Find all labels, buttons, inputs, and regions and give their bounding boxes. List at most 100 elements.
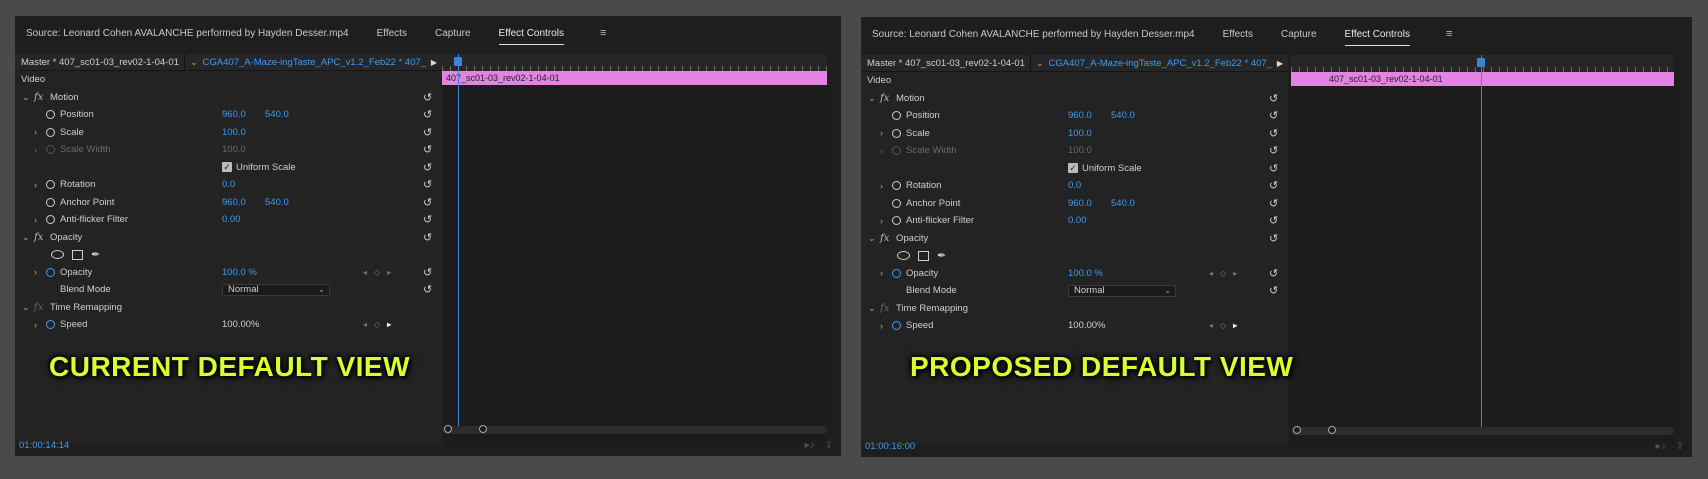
- reset-icon[interactable]: ↺: [1269, 92, 1278, 105]
- position-y-value[interactable]: 540.0: [1111, 110, 1135, 121]
- collapse-chevron-icon[interactable]: ⌄: [22, 232, 30, 243]
- blend-mode-select[interactable]: Normal ⌄: [1068, 284, 1176, 297]
- expand-chevron-icon[interactable]: ›: [880, 268, 883, 278]
- expand-chevron-icon[interactable]: ›: [880, 216, 883, 226]
- keyframe-nav[interactable]: ◂◇▸: [363, 268, 398, 277]
- timecode[interactable]: 01:00:16:00: [865, 441, 915, 452]
- tab-capture[interactable]: Capture: [435, 28, 471, 39]
- reset-icon[interactable]: ↺: [423, 178, 432, 191]
- tab-source[interactable]: Source: Leonard Cohen AVALANCHE performe…: [26, 28, 349, 39]
- antiflicker-value[interactable]: 0.00: [222, 214, 241, 225]
- reset-icon[interactable]: ↺: [1269, 109, 1278, 122]
- scale-value[interactable]: 100.0: [222, 127, 246, 138]
- expand-chevron-icon[interactable]: ›: [34, 180, 37, 190]
- anchor-y-value[interactable]: 540.0: [1111, 198, 1135, 209]
- collapse-chevron-icon[interactable]: ⌄: [22, 92, 30, 103]
- sequence-clip-label[interactable]: CGA407_A-Maze-ingTaste_APC_v1.2_Feb22 * …: [1049, 58, 1272, 69]
- ellipse-mask-icon[interactable]: [51, 250, 64, 260]
- expand-chevron-icon[interactable]: ›: [34, 320, 37, 330]
- reset-icon[interactable]: ↺: [423, 161, 432, 174]
- anchor-y-value[interactable]: 540.0: [265, 197, 289, 208]
- keyframe-nav[interactable]: ◂◇▸: [1209, 321, 1244, 330]
- stopwatch-icon[interactable]: [892, 321, 901, 331]
- share-icon[interactable]: ⇪: [825, 440, 833, 451]
- stopwatch-icon[interactable]: [892, 216, 901, 226]
- rotation-value[interactable]: 0.0: [1068, 180, 1081, 191]
- scroll-handle-left[interactable]: [444, 425, 452, 433]
- reset-icon[interactable]: ↺: [1269, 214, 1278, 227]
- play-icon[interactable]: ▶: [426, 58, 442, 67]
- fx-icon[interactable]: fx: [34, 232, 43, 243]
- reset-icon[interactable]: ↺: [1269, 232, 1278, 245]
- stopwatch-icon[interactable]: [46, 197, 55, 207]
- reset-icon[interactable]: ↺: [1269, 284, 1278, 297]
- keyframe-nav[interactable]: ◂◇▸: [1209, 269, 1244, 278]
- playhead-handle[interactable]: [1477, 58, 1485, 67]
- stopwatch-icon[interactable]: [892, 111, 901, 121]
- blend-mode-select[interactable]: Normal ⌄: [222, 283, 330, 296]
- stopwatch-icon[interactable]: [46, 127, 55, 137]
- scroll-handle-right[interactable]: [479, 425, 487, 433]
- scroll-handle-left[interactable]: [1293, 426, 1301, 434]
- timeline-scrollbar[interactable]: [1291, 426, 1674, 435]
- play-icon[interactable]: ▶: [1272, 59, 1288, 68]
- clip-bar[interactable]: 407_sc01-03_rev02-1-04-01: [442, 71, 827, 85]
- timeline-scrollbar[interactable]: [442, 425, 827, 434]
- tab-capture[interactable]: Capture: [1281, 29, 1317, 40]
- speed-value[interactable]: 100.00%: [1068, 320, 1106, 331]
- uniform-scale-checkbox[interactable]: ✓: [1068, 163, 1078, 174]
- antiflicker-value[interactable]: 0.00: [1068, 215, 1087, 226]
- expand-chevron-icon[interactable]: ›: [34, 267, 37, 277]
- expand-chevron-icon[interactable]: ›: [880, 128, 883, 138]
- rotation-value[interactable]: 0.0: [222, 179, 235, 190]
- reset-icon[interactable]: ↺: [1269, 179, 1278, 192]
- anchor-x-value[interactable]: 960.0: [222, 197, 246, 208]
- reset-icon[interactable]: ↺: [423, 231, 432, 244]
- fx-icon[interactable]: fx: [34, 92, 43, 103]
- position-y-value[interactable]: 540.0: [265, 109, 289, 120]
- position-x-value[interactable]: 960.0: [222, 109, 246, 120]
- playhead-handle[interactable]: [454, 57, 462, 66]
- time-ruler[interactable]: [442, 54, 827, 71]
- reset-icon[interactable]: ↺: [423, 266, 432, 279]
- keyframe-nav[interactable]: ◂◇▸: [363, 320, 398, 329]
- export-audio-icon[interactable]: ▸♪: [805, 440, 815, 451]
- collapse-chevron-icon[interactable]: ⌄: [868, 93, 876, 104]
- stopwatch-icon[interactable]: [46, 110, 55, 120]
- sequence-clip-label[interactable]: CGA407_A-Maze-ingTaste_APC_v1.2_Feb22 * …: [203, 57, 426, 68]
- reset-icon[interactable]: ↺: [1269, 162, 1278, 175]
- stopwatch-icon[interactable]: [892, 181, 901, 191]
- playhead-line[interactable]: [458, 54, 459, 427]
- reset-icon[interactable]: ↺: [1269, 267, 1278, 280]
- pen-mask-icon[interactable]: ✒: [937, 249, 946, 262]
- rectangle-mask-icon[interactable]: [72, 249, 83, 260]
- master-clip-label[interactable]: Master * 407_sc01-03_rev02-1-04-01: [861, 55, 1031, 71]
- stopwatch-icon[interactable]: [46, 215, 55, 225]
- uniform-scale-checkbox[interactable]: ✓: [222, 162, 232, 173]
- hamburger-icon[interactable]: ≡: [600, 27, 606, 39]
- scroll-handle-right[interactable]: [1328, 426, 1336, 434]
- export-audio-icon[interactable]: ▸♪: [1656, 441, 1666, 452]
- tab-effects[interactable]: Effects: [377, 28, 407, 39]
- chevron-down-icon[interactable]: ⌄: [1031, 58, 1049, 69]
- expand-chevron-icon[interactable]: ›: [880, 181, 883, 191]
- expand-chevron-icon[interactable]: ›: [880, 321, 883, 331]
- timecode[interactable]: 01:00:14:14: [19, 440, 69, 451]
- fx-icon[interactable]: fx: [880, 93, 889, 104]
- pen-mask-icon[interactable]: ✒: [91, 248, 100, 261]
- collapse-chevron-icon[interactable]: ⌄: [868, 233, 876, 244]
- scale-value[interactable]: 100.0: [1068, 128, 1092, 139]
- fx-icon[interactable]: fx: [880, 233, 889, 244]
- tab-effect-controls[interactable]: Effect Controls: [1344, 29, 1411, 46]
- position-x-value[interactable]: 960.0: [1068, 110, 1092, 121]
- anchor-x-value[interactable]: 960.0: [1068, 198, 1092, 209]
- ellipse-mask-icon[interactable]: [897, 251, 910, 261]
- hamburger-icon[interactable]: ≡: [1446, 28, 1452, 40]
- tab-source[interactable]: Source: Leonard Cohen AVALANCHE performe…: [872, 29, 1195, 40]
- chevron-down-icon[interactable]: ⌄: [185, 57, 203, 68]
- reset-icon[interactable]: ↺: [1269, 127, 1278, 140]
- clip-bar[interactable]: 407_sc01-03_rev02-1-04-01: [1291, 72, 1674, 86]
- stopwatch-icon[interactable]: [46, 180, 55, 190]
- tab-effects[interactable]: Effects: [1223, 29, 1253, 40]
- playhead-line[interactable]: [1481, 55, 1482, 428]
